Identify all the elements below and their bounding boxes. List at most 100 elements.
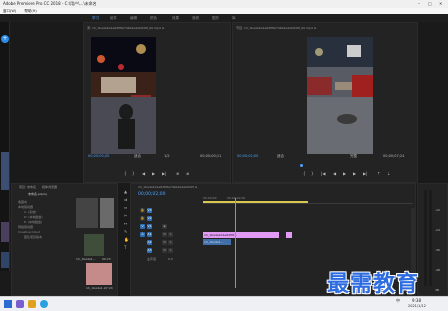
track-target[interactable]: V1: [147, 224, 152, 229]
clip-thumbnail[interactable]: [76, 198, 98, 228]
play-icon[interactable]: ▶: [343, 171, 346, 176]
hand-tool-icon[interactable]: ✋: [124, 238, 129, 242]
source-timecode-current[interactable]: 00;00;00;00: [88, 154, 109, 158]
add-icon[interactable]: +: [1, 35, 9, 43]
track-target[interactable]: V3: [147, 208, 152, 213]
program-timecode-current[interactable]: 00;00;02;00: [237, 154, 258, 158]
input-language[interactable]: 中: [396, 298, 400, 304]
source-transport-controls: { } ◀ ▶ ▶| ⊕ ⊗: [124, 171, 204, 177]
source-timecode-duration: 00;00;00;11: [200, 154, 222, 158]
menu-help[interactable]: 帮助(H): [24, 9, 36, 13]
close-icon[interactable]: ✕: [439, 0, 442, 8]
tab-color[interactable]: 颜色: [150, 14, 157, 22]
minimize-icon[interactable]: –: [418, 0, 420, 8]
explorer-taskbar-icon[interactable]: [28, 300, 36, 308]
mark-in-icon[interactable]: {: [303, 171, 306, 176]
premiere-taskbar-icon[interactable]: [16, 300, 24, 308]
mark-in-icon[interactable]: {: [124, 171, 127, 176]
clock-date[interactable]: 2021/1/12: [408, 304, 426, 308]
type-tool-icon[interactable]: T: [124, 246, 128, 250]
track-target[interactable]: V2: [147, 216, 152, 221]
project-path: 未命名.prproj: [28, 192, 47, 196]
clock-time[interactable]: 9:38: [412, 298, 421, 303]
track-a3: A3 M S: [140, 248, 201, 255]
mark-out-icon[interactable]: }: [132, 171, 135, 176]
video-clip[interactable]: 1h_1ba4a1b1e6df0f...: [203, 232, 279, 238]
track-target[interactable]: A3: [147, 248, 152, 253]
mark-out-icon[interactable]: }: [311, 171, 314, 176]
solo-button[interactable]: S: [168, 248, 173, 253]
razor-tool-icon[interactable]: ✂: [124, 214, 128, 218]
menu-window[interactable]: 窗口(W): [3, 9, 16, 13]
go-to-in-icon[interactable]: |◀: [321, 171, 325, 176]
selection-tool-icon[interactable]: ▲: [124, 190, 128, 194]
overwrite-icon[interactable]: ⊗: [186, 171, 189, 176]
lock-icon[interactable]: 🔒: [140, 208, 145, 213]
solo-button[interactable]: S: [168, 232, 173, 237]
tab-editing[interactable]: 编辑: [130, 14, 137, 22]
clip-thumbnail[interactable]: [86, 263, 112, 285]
program-video-frame: [307, 37, 373, 154]
source-patch-a1[interactable]: A: [140, 232, 145, 237]
tab-assembly[interactable]: 组件: [110, 14, 117, 22]
ripple-edit-tool-icon[interactable]: ⇔: [124, 206, 128, 210]
timeline-playhead[interactable]: [235, 198, 236, 288]
track-target[interactable]: A2: [147, 240, 152, 245]
step-forward-icon[interactable]: ▶: [353, 171, 356, 176]
maximize-icon[interactable]: □: [428, 0, 432, 8]
master-label: 主声道: [147, 257, 157, 261]
source-fit-select[interactable]: 适合: [134, 154, 141, 159]
track-v1: V V1 ◉: [140, 224, 201, 231]
slip-tool-icon[interactable]: ↔: [124, 222, 128, 226]
mute-button[interactable]: M: [162, 232, 167, 237]
solo-button[interactable]: S: [168, 240, 173, 245]
media-browser-tab[interactable]: 媒体浏览器: [42, 185, 57, 189]
master-volume[interactable]: 0.0: [168, 257, 173, 261]
tab-libraries[interactable]: 库: [232, 14, 236, 22]
playhead[interactable]: [300, 164, 303, 167]
video-clip[interactable]: [286, 232, 292, 238]
tab-graphics[interactable]: 图形: [212, 14, 219, 22]
source-resolution-select[interactable]: 1/2: [164, 154, 170, 158]
lock-icon[interactable]: 🔒: [140, 216, 145, 221]
browser-taskbar-icon[interactable]: [40, 300, 48, 308]
tree-item[interactable]: 团队项目版本: [14, 235, 43, 240]
project-tab[interactable]: 项目: 未命名: [19, 185, 36, 189]
mute-button[interactable]: M: [162, 248, 167, 253]
work-area-bar[interactable]: [203, 201, 308, 203]
program-timecode-duration: 00;00;07;24: [383, 154, 405, 158]
tab-effects[interactable]: 效果: [172, 14, 179, 22]
timeline-timecode[interactable]: 00;00;02;00: [138, 192, 165, 197]
step-forward-icon[interactable]: ▶|: [162, 171, 166, 176]
mute-button[interactable]: M: [162, 240, 167, 245]
clip-name: 1h_1ba4a1...: [76, 257, 96, 261]
start-icon[interactable]: [4, 300, 12, 308]
lift-icon[interactable]: ⇡: [377, 171, 380, 176]
step-back-icon[interactable]: ◀: [142, 171, 145, 176]
meter-bar-left: [424, 190, 427, 286]
clip-thumbnail[interactable]: [100, 198, 114, 228]
step-back-icon[interactable]: ◀: [333, 171, 336, 176]
go-to-out-icon[interactable]: ▶|: [363, 171, 367, 176]
track-a2: A2 M S: [140, 240, 201, 247]
meter-label: -36: [435, 248, 440, 252]
audio-clip[interactable]: 1h_1ba4a1...: [203, 239, 231, 245]
clip-thumbnail[interactable]: [84, 234, 104, 256]
program-monitor: 节目: 1h_1ba4a1b1e6df0fe74bb4e4a09d0f_00.m…: [232, 22, 418, 183]
source-patch-v1[interactable]: V: [140, 224, 145, 229]
program-fit-select[interactable]: 适合: [277, 154, 284, 159]
pen-tool-icon[interactable]: ✎: [124, 230, 128, 234]
drive-tree: 收藏夹 本地驱动器 C: (系统) D: (本地磁盘) E: (本地磁盘) 网络…: [14, 200, 43, 240]
eye-icon[interactable]: ◉: [162, 224, 167, 229]
extract-icon[interactable]: ⇣: [387, 171, 390, 176]
meter-label: -48: [435, 268, 440, 272]
project-panel: 项目: 未命名 媒体浏览器 未命名.prproj 收藏夹 本地驱动器 C: (系…: [11, 183, 118, 296]
insert-icon[interactable]: ⊕: [176, 171, 179, 176]
track-target[interactable]: A1: [147, 232, 152, 237]
track-select-tool-icon[interactable]: ⇉: [124, 198, 128, 202]
meter-unit: dB: [435, 288, 439, 292]
play-icon[interactable]: ▶: [152, 171, 155, 176]
program-quality-select[interactable]: 完整: [350, 154, 357, 159]
tab-audio[interactable]: 音频: [192, 14, 199, 22]
audio-meter: -12 -24 -36 -48 dB: [417, 183, 448, 296]
